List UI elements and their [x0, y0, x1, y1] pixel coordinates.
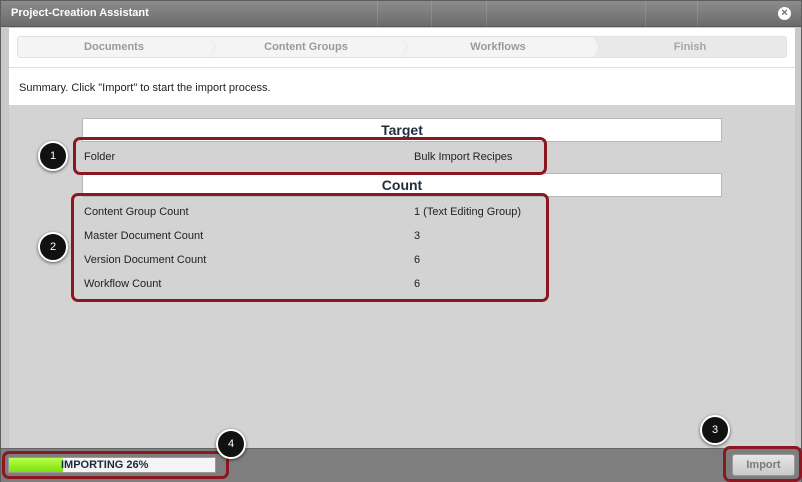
- titlebar-divider: [697, 1, 698, 27]
- highlight-target-folder: [73, 137, 547, 175]
- step-documents[interactable]: Documents: [18, 37, 216, 57]
- wizard-steps-area: Documents Content Groups Workflows Finis…: [9, 28, 795, 67]
- callout-badge-2: 2: [38, 232, 68, 262]
- summary-bar: Summary. Click "Import" to start the imp…: [9, 67, 795, 105]
- dialog-titlebar: Project-Creation Assistant ×: [1, 1, 801, 27]
- wizard-steps: Documents Content Groups Workflows Finis…: [17, 36, 787, 58]
- step-content-groups[interactable]: Content Groups: [210, 37, 408, 57]
- highlight-progress-bar: [2, 451, 229, 479]
- callout-badge-1: 1: [38, 141, 68, 171]
- step-workflows[interactable]: Workflows: [402, 37, 600, 57]
- callout-badge-3: 3: [700, 415, 730, 445]
- titlebar-divider: [486, 1, 487, 27]
- summary-text: Summary. Click "Import" to start the imp…: [19, 82, 271, 94]
- highlight-import-button: [723, 446, 802, 482]
- titlebar-divider: [377, 1, 378, 27]
- callout-badge-4: 4: [216, 429, 246, 459]
- titlebar-divider: [431, 1, 432, 27]
- step-finish[interactable]: Finish: [594, 37, 786, 57]
- titlebar-divider: [645, 1, 646, 27]
- close-icon[interactable]: ×: [778, 7, 791, 20]
- dialog-title: Project-Creation Assistant: [11, 7, 149, 19]
- highlight-count-section: [71, 193, 549, 302]
